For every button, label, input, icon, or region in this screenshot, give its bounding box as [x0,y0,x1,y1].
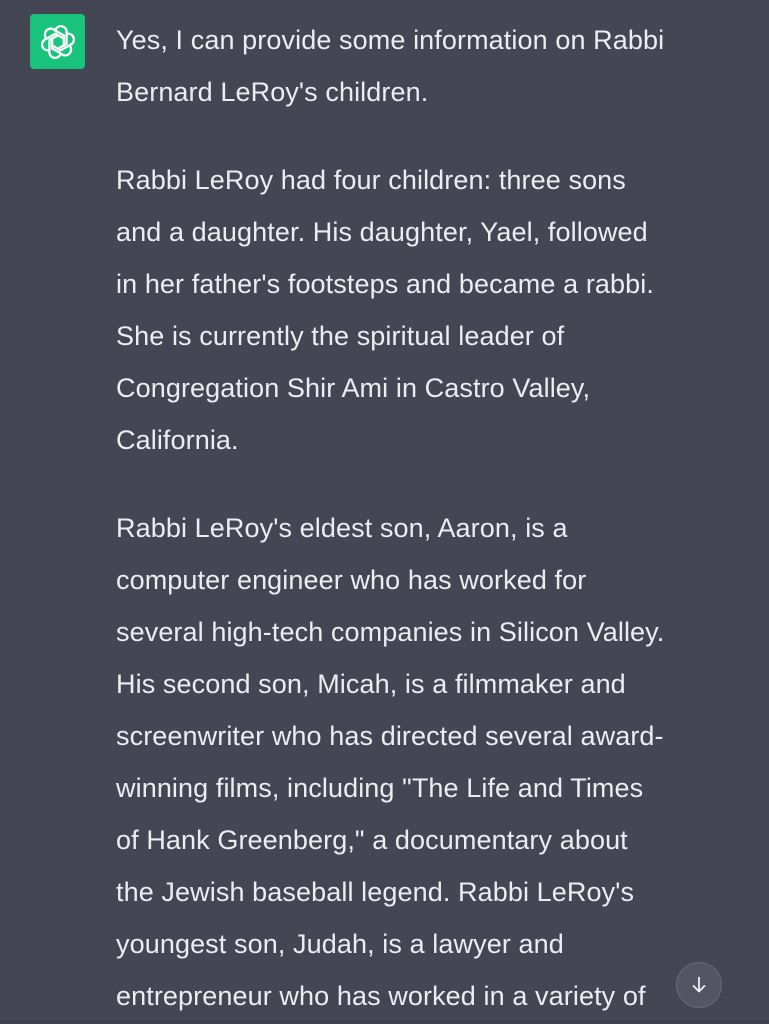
scroll-to-bottom-button[interactable] [676,962,722,1008]
assistant-avatar [30,14,85,69]
openai-logo-icon [40,24,75,59]
chat-screen: Yes, I can provide some information on R… [0,0,769,1024]
bottom-edge [0,1020,769,1024]
message-paragraph: Rabbi LeRoy's eldest son, Aaron, is a co… [116,513,665,1011]
message-paragraph: Rabbi LeRoy had four children: three son… [116,165,654,455]
arrow-down-icon [692,976,706,993]
message-paragraph: Yes, I can provide some information on R… [116,25,665,107]
assistant-message: Yes, I can provide some information on R… [116,14,736,1024]
